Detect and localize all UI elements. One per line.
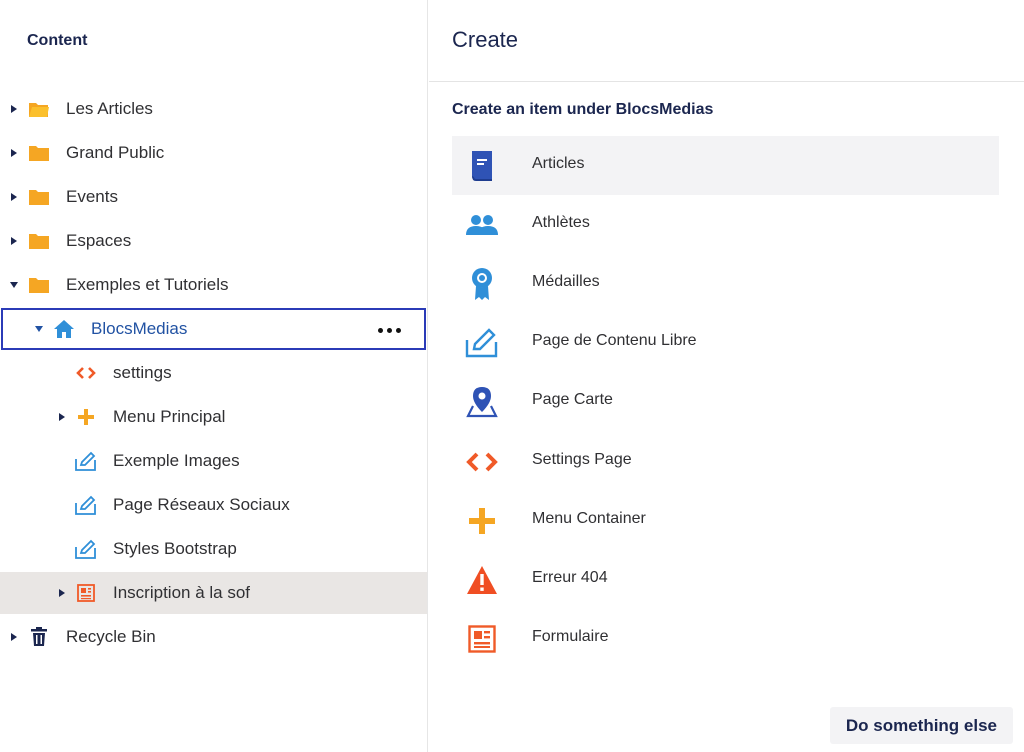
- tree-item-blocsmedias[interactable]: BlocsMedias: [1, 308, 426, 350]
- tree-item-grand-public[interactable]: Grand Public: [0, 132, 427, 174]
- tree-item-label: Styles Bootstrap: [113, 539, 237, 558]
- tree-item-label: Grand Public: [66, 143, 165, 162]
- caret-right-icon[interactable]: [9, 148, 19, 158]
- create-item-label: Articles: [532, 155, 585, 172]
- tree-item-exemples-et-tutoriels[interactable]: Exemples et Tutoriels: [0, 264, 427, 306]
- users-icon: [464, 207, 500, 243]
- create-item-label: Settings Page: [532, 451, 632, 468]
- tree-item-les-articles[interactable]: Les Articles: [0, 88, 427, 130]
- tree-item-label: Inscription à la sof: [113, 583, 251, 602]
- caret-right-icon[interactable]: [57, 588, 67, 598]
- book-icon: [464, 148, 500, 184]
- edit-icon: [75, 494, 97, 516]
- tree-item-label: Events: [66, 187, 118, 206]
- caret-right-icon[interactable]: [57, 412, 67, 422]
- tree-item-label: Espaces: [66, 231, 132, 250]
- tree-heading: Content: [27, 32, 88, 49]
- tree-item-settings[interactable]: settings: [0, 352, 427, 394]
- tree-item-label: settings: [113, 363, 172, 382]
- content-tree-panel: Content Les Articles Grand Public Events…: [0, 0, 428, 752]
- create-item-medailles[interactable]: Médailles: [452, 254, 999, 313]
- create-item-articles[interactable]: Articles: [452, 136, 999, 195]
- do-something-else-button[interactable]: Do something else: [829, 707, 1013, 744]
- trash-icon: [28, 626, 50, 648]
- create-item-page-de-contenu-libre[interactable]: Page de Contenu Libre: [452, 313, 999, 372]
- tree-item-label: Les Articles: [66, 99, 153, 118]
- more-options-button[interactable]: [372, 318, 406, 342]
- create-item-label: Page de Contenu Libre: [532, 332, 697, 349]
- plus-icon: [464, 503, 500, 539]
- create-item-athletes[interactable]: Athlètes: [452, 195, 999, 254]
- folder-icon: [28, 230, 50, 252]
- create-item-label: Menu Container: [532, 510, 646, 527]
- home-icon: [53, 318, 75, 340]
- caret-right-icon[interactable]: [9, 192, 19, 202]
- caret-right-icon[interactable]: [9, 632, 19, 642]
- create-item-label: Formulaire: [532, 628, 609, 645]
- edit-icon: [75, 450, 97, 472]
- warning-icon: [464, 562, 500, 598]
- create-title: Create: [452, 27, 519, 52]
- map-pin-icon: [464, 384, 500, 420]
- tree-item-label: Recycle Bin: [66, 627, 156, 646]
- folder-icon: [28, 142, 50, 164]
- create-item-page-carte[interactable]: Page Carte: [452, 372, 999, 431]
- create-item-label: Médailles: [532, 273, 600, 290]
- create-panel: Create Create an item under BlocsMedias …: [429, 0, 1024, 752]
- tree-item-page-reseaux-sociaux[interactable]: Page Réseaux Sociaux: [0, 484, 427, 526]
- tree-item-espaces[interactable]: Espaces: [0, 220, 427, 262]
- caret-right-icon[interactable]: [9, 104, 19, 114]
- tree-item-label: BlocsMedias: [91, 319, 188, 338]
- tree-item-label: Menu Principal: [113, 407, 226, 426]
- tree-item-label: Exemple Images: [113, 451, 240, 470]
- create-header: Create: [429, 0, 1024, 82]
- create-item-label: Athlètes: [532, 214, 590, 231]
- create-item-erreur-404[interactable]: Erreur 404: [452, 550, 999, 609]
- code-icon: [75, 362, 97, 384]
- tree-item-label: Page Réseaux Sociaux: [113, 495, 290, 514]
- tree-item-label: Exemples et Tutoriels: [66, 275, 229, 294]
- create-item-label: Erreur 404: [532, 569, 608, 586]
- create-item-formulaire[interactable]: Formulaire: [452, 609, 999, 668]
- edit-icon: [464, 325, 500, 361]
- tree-item-events[interactable]: Events: [0, 176, 427, 218]
- tree-item-styles-bootstrap[interactable]: Styles Bootstrap: [0, 528, 427, 570]
- tree-item-exemple-images[interactable]: Exemple Images: [0, 440, 427, 482]
- folder-icon: [28, 186, 50, 208]
- create-item-settings-page[interactable]: Settings Page: [452, 432, 999, 491]
- tree-item-inscription-a-la-sof[interactable]: Inscription à la sof: [0, 572, 427, 614]
- code-icon: [464, 444, 500, 480]
- caret-down-icon[interactable]: [34, 324, 44, 334]
- medal-icon: [464, 266, 500, 302]
- create-subtitle: Create an item under BlocsMedias: [452, 101, 714, 118]
- plus-icon: [75, 406, 97, 428]
- tree-item-menu-principal[interactable]: Menu Principal: [0, 396, 427, 438]
- form-icon: [464, 621, 500, 657]
- edit-icon: [75, 538, 97, 560]
- folder-open-icon: [28, 98, 50, 120]
- create-item-menu-container[interactable]: Menu Container: [452, 491, 999, 550]
- caret-down-icon[interactable]: [9, 280, 19, 290]
- folder-icon: [28, 274, 50, 296]
- create-item-label: Page Carte: [532, 391, 613, 408]
- caret-right-icon[interactable]: [9, 236, 19, 246]
- form-icon: [75, 582, 97, 604]
- tree-item-recycle-bin[interactable]: Recycle Bin: [0, 616, 427, 658]
